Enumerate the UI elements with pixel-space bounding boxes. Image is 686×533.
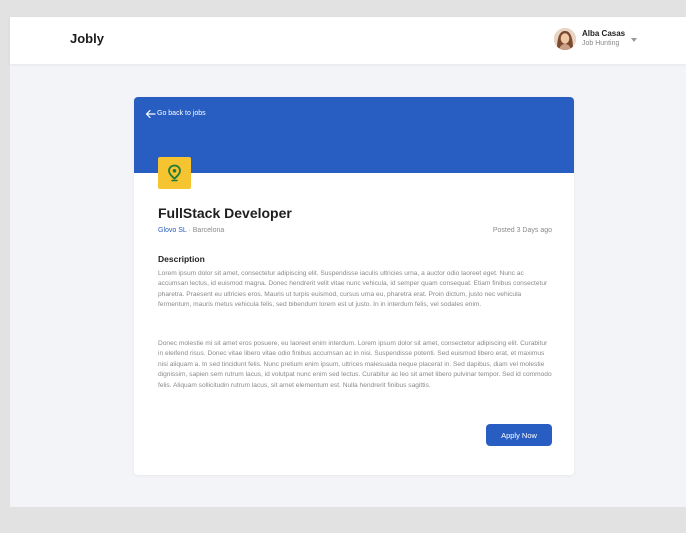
user-status: Job Hunting: [582, 40, 620, 47]
job-detail-card: Go back to jobs FullStack Developer Glov…: [134, 97, 574, 475]
user-menu[interactable]: Alba Casas Job Hunting: [554, 26, 674, 56]
app-frame: Jobly Alba Casas Job Hunting Go back to: [10, 17, 686, 507]
company-logo: [158, 157, 191, 189]
avatar: [554, 28, 576, 50]
description-paragraph: Lorem ipsum dolor sit amet, consectetur …: [158, 270, 548, 309]
user-name: Alba Casas: [582, 29, 626, 38]
arrow-left-icon: [145, 109, 156, 119]
top-navbar: Jobly Alba Casas Job Hunting: [10, 17, 686, 64]
description-heading: Description: [158, 254, 205, 264]
job-title: FullStack Developer: [158, 205, 292, 221]
apply-now-button[interactable]: Apply Now: [486, 424, 552, 446]
job-banner: Go back to jobs: [134, 97, 574, 173]
location-pin-icon: [168, 164, 181, 182]
brand-logo[interactable]: Jobly: [70, 31, 104, 46]
company-link[interactable]: Glovo SL: [158, 227, 187, 234]
posted-date: Posted 3 Days ago: [492, 227, 552, 234]
description-paragraph: Donec molestie mi sit amet eros posuere,…: [158, 340, 552, 389]
job-location: · Barcelona: [186, 227, 225, 234]
chevron-down-icon[interactable]: [631, 38, 637, 42]
back-to-jobs-label: Go back to jobs: [157, 110, 206, 117]
job-meta: Glovo SL · Barcelona Posted 3 Days ago: [158, 227, 552, 239]
